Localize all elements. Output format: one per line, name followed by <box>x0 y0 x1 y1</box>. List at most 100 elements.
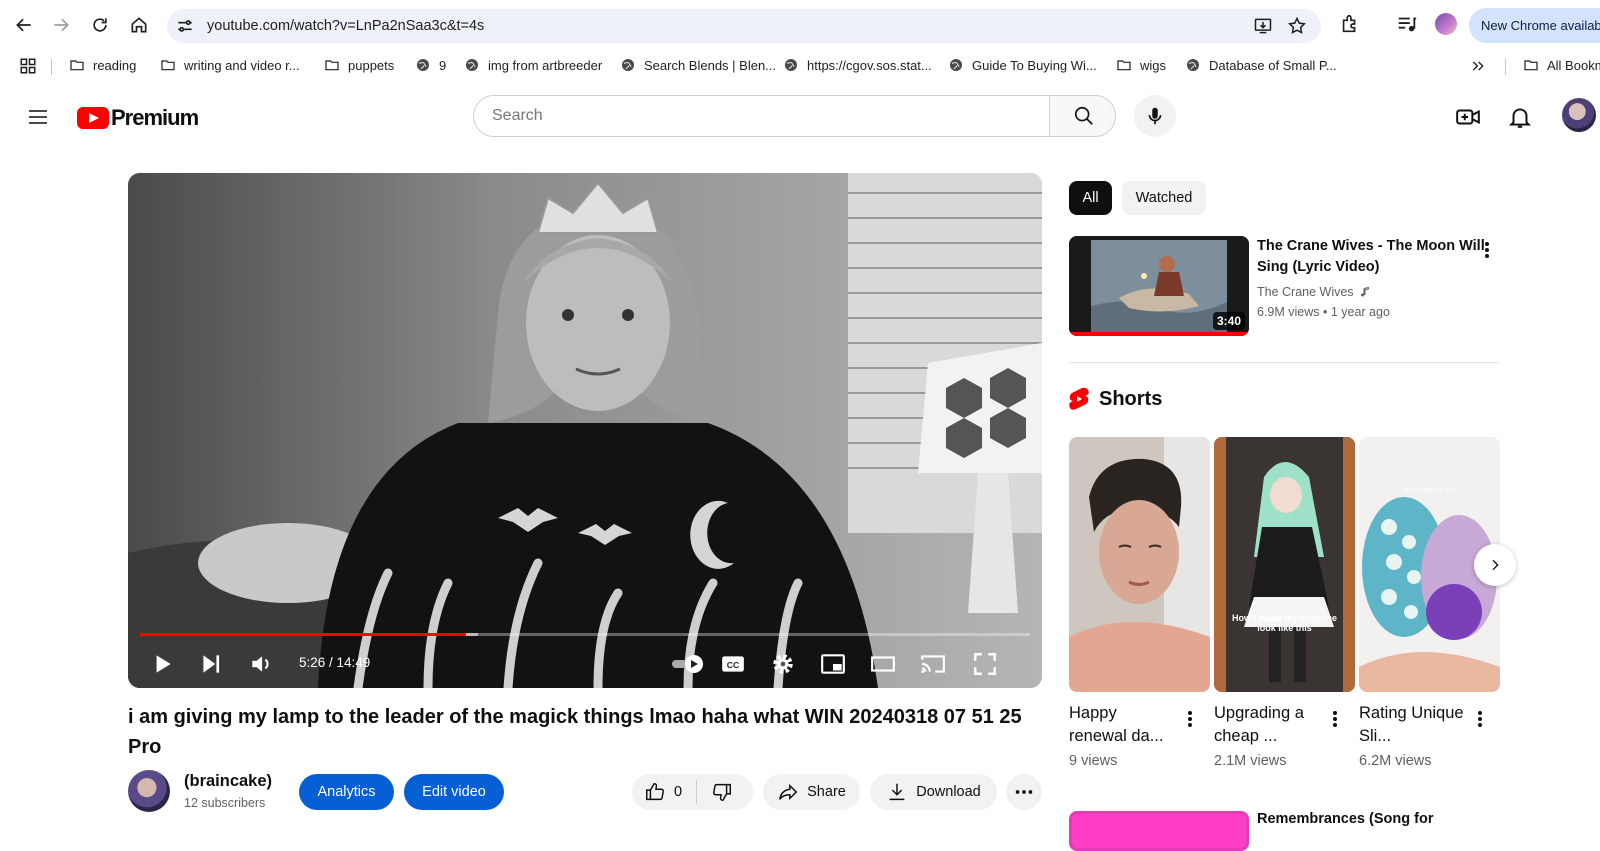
miniplayer-button[interactable] <box>818 649 848 679</box>
thumbs-up-icon <box>646 783 664 801</box>
bookmark-star-icon[interactable] <box>1287 16 1307 36</box>
short-menu-button[interactable] <box>1470 707 1490 731</box>
recommendation-title[interactable]: The Crane Wives - The Moon Will Sing (Ly… <box>1257 236 1487 278</box>
chip-watched[interactable]: Watched <box>1122 181 1206 215</box>
account-avatar[interactable] <box>1562 98 1596 132</box>
bookmark-item[interactable]: img from artbreeder <box>464 57 602 73</box>
url-text[interactable]: youtube.com/watch?v=LnPa2nSaa3c&t=4s <box>207 18 484 34</box>
bookmark-item[interactable]: puppets <box>324 57 394 73</box>
seek-bar[interactable] <box>140 633 1030 636</box>
next-button[interactable] <box>196 649 226 679</box>
download-button[interactable]: Download <box>870 774 997 810</box>
theater-mode-button[interactable] <box>868 649 898 679</box>
chevron-double-right-icon[interactable] <box>1470 58 1486 74</box>
bookmark-item[interactable]: writing and video r... <box>160 57 300 73</box>
recommendation-title[interactable]: Remembrances (Song for <box>1257 811 1433 827</box>
recommendation-menu-button[interactable] <box>1477 238 1497 262</box>
short-menu-button[interactable] <box>1180 707 1200 731</box>
bookmarks-separator <box>51 59 52 75</box>
bookmarks-separator <box>1505 59 1506 75</box>
chrome-profile-avatar[interactable] <box>1435 13 1457 35</box>
short-caption: How I made my costume look like this <box>1231 613 1338 633</box>
theater-mode-icon <box>871 656 895 672</box>
share-button[interactable]: Share <box>763 774 860 810</box>
folder-icon <box>161 60 175 71</box>
short-thumbnail[interactable]: How I made my costume look like this <box>1214 437 1355 692</box>
analytics-button[interactable]: Analytics <box>299 774 394 810</box>
search-input[interactable] <box>474 96 1049 136</box>
chevron-right-icon <box>1492 559 1499 571</box>
dislike-button[interactable] <box>711 781 733 803</box>
duration-badge: 3:40 <box>1212 312 1245 330</box>
bookmark-item[interactable]: 9 <box>415 57 446 73</box>
short-thumbnail[interactable] <box>1069 437 1210 692</box>
subscriber-count: 12 subscribers <box>184 796 266 810</box>
media-controls-icon[interactable] <box>1396 13 1418 35</box>
recommendation-thumbnail[interactable] <box>1069 811 1249 851</box>
notifications-bell-icon[interactable] <box>1507 104 1533 130</box>
fullscreen-button[interactable] <box>970 649 1000 679</box>
like-dislike-group: 0 <box>632 774 753 810</box>
short-title[interactable]: Rating Unique Sli... <box>1359 702 1469 748</box>
play-button[interactable] <box>147 649 177 679</box>
svg-text:CC: CC <box>727 660 740 670</box>
short-menu-button[interactable] <box>1325 707 1345 731</box>
bookmark-item[interactable]: https://cgov.sos.stat... <box>783 57 932 73</box>
like-button[interactable]: 0 <box>644 781 682 803</box>
new-chrome-available-button[interactable]: New Chrome availab <box>1469 8 1600 43</box>
more-actions-button[interactable] <box>1006 774 1042 810</box>
video-frame <box>128 173 1042 688</box>
short-title[interactable]: Upgrading a cheap ... <box>1214 702 1324 748</box>
playback-progress <box>140 633 466 636</box>
edit-video-button[interactable]: Edit video <box>404 774 504 810</box>
recommendation-channel[interactable]: The Crane Wives <box>1257 285 1371 299</box>
cast-icon <box>921 655 945 673</box>
bookmark-item[interactable]: Database of Small P... <box>1185 57 1337 73</box>
extensions-icon[interactable] <box>1339 13 1361 35</box>
address-bar[interactable]: youtube.com/watch?v=LnPa2nSaa3c&t=4s <box>167 9 1321 43</box>
menu-icon[interactable] <box>26 105 50 129</box>
youtube-play-icon <box>77 107 109 129</box>
chip-all[interactable]: All <box>1069 181 1112 215</box>
home-button[interactable] <box>125 11 153 39</box>
subtitles-button[interactable]: CC <box>718 649 748 679</box>
bookmark-label: All Bookm <box>1547 57 1600 73</box>
bookmarks-bar: reading writing and video r... puppets 9… <box>0 50 1600 80</box>
video-player[interactable]: 5:26 / 14:49 CC <box>128 173 1042 688</box>
settings-button[interactable] <box>768 649 798 679</box>
cast-button[interactable] <box>918 649 948 679</box>
youtube-logo[interactable]: Premium <box>77 105 199 131</box>
bookmark-item[interactable]: Search Blends | Blen... <box>620 57 776 73</box>
back-button[interactable] <box>10 11 38 39</box>
section-divider <box>1069 362 1499 363</box>
globe-icon <box>622 59 634 71</box>
mute-button[interactable] <box>246 649 276 679</box>
search-button[interactable] <box>1049 96 1115 136</box>
bookmark-label: reading <box>93 57 137 73</box>
more-vertical-icon <box>1333 711 1337 727</box>
search-icon <box>1074 106 1093 125</box>
bookmark-item[interactable]: Guide To Buying Wi... <box>948 57 1097 73</box>
install-app-icon[interactable] <box>1253 16 1273 36</box>
bookmark-item[interactable]: wigs <box>1116 57 1166 73</box>
bookmark-item[interactable]: reading <box>69 57 136 73</box>
bookmark-label: Search Blends | Blen... <box>644 57 777 73</box>
recommendation-meta: 6.9M views • 1 year ago <box>1257 305 1390 319</box>
shorts-logo-icon <box>1069 387 1089 410</box>
like-divider <box>696 780 698 804</box>
apps-grid-icon[interactable] <box>19 57 37 75</box>
short-title[interactable]: Happy renewal da... <box>1069 702 1179 748</box>
all-bookmarks-item[interactable]: All Bookm <box>1523 57 1600 73</box>
microphone-icon <box>1148 107 1162 125</box>
site-settings-icon[interactable] <box>175 16 195 36</box>
channel-avatar[interactable] <box>128 770 170 812</box>
autoplay-toggle[interactable] <box>668 649 712 679</box>
reload-button[interactable] <box>86 11 114 39</box>
shorts-next-button[interactable] <box>1474 544 1516 586</box>
recommendation-thumbnail[interactable]: 3:40 <box>1069 236 1249 336</box>
channel-name[interactable]: (braincake) <box>184 772 272 791</box>
forward-button[interactable] <box>47 11 75 39</box>
create-video-icon[interactable] <box>1455 104 1481 130</box>
voice-search-button[interactable] <box>1134 95 1176 137</box>
globe-icon <box>417 59 429 71</box>
